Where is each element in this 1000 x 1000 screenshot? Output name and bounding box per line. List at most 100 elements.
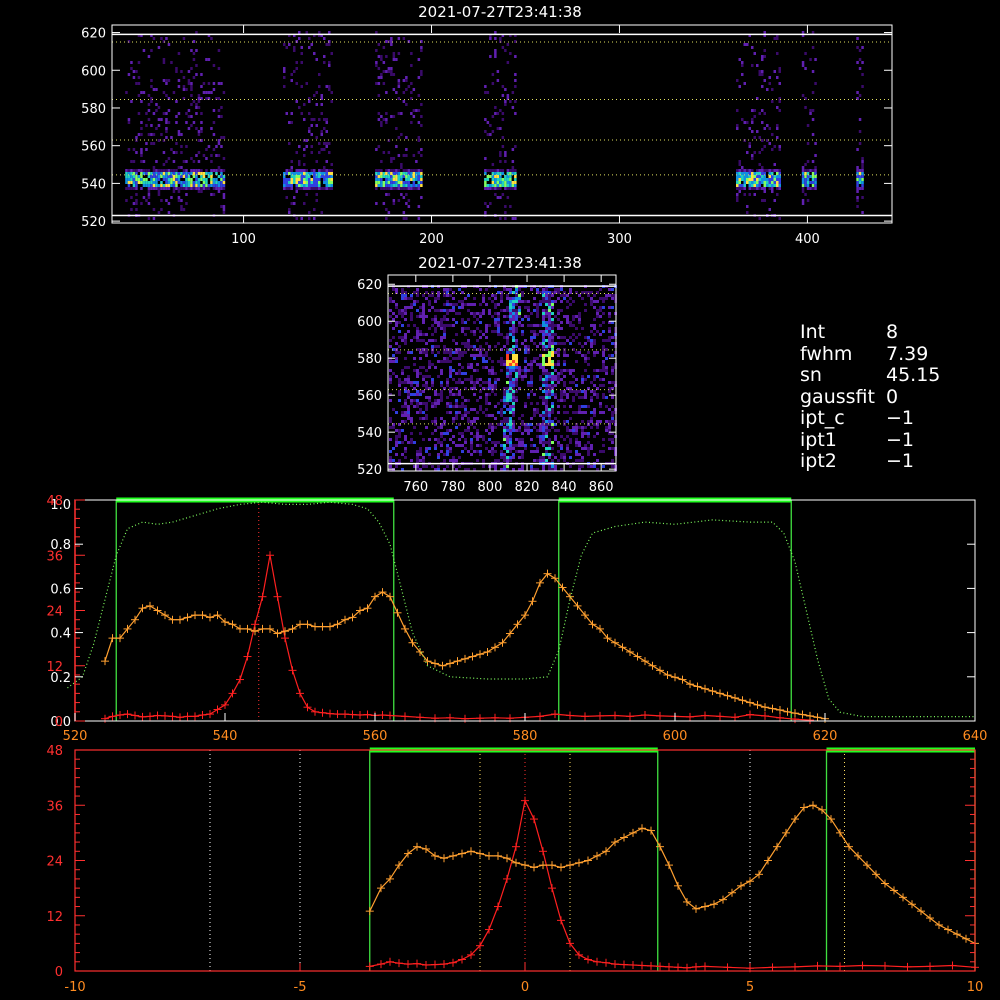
heat-cell bbox=[479, 405, 482, 408]
x-tick-label: 620 bbox=[813, 729, 838, 744]
heat-cell bbox=[551, 426, 554, 429]
heat-cell bbox=[416, 333, 419, 336]
heat-cell bbox=[545, 387, 548, 390]
heat-cell bbox=[135, 208, 138, 211]
info-row: sn 45.15 bbox=[800, 364, 940, 387]
heat-cell bbox=[449, 360, 452, 363]
heat-cell bbox=[766, 124, 769, 127]
heat-cell bbox=[397, 187, 401, 190]
heat-cell bbox=[385, 175, 388, 178]
heat-cell bbox=[545, 420, 548, 423]
heat-cell bbox=[509, 181, 512, 184]
heat-cell bbox=[382, 181, 386, 184]
heat-cell bbox=[530, 360, 533, 363]
heat-cell bbox=[410, 169, 413, 172]
heat-cell bbox=[605, 372, 608, 375]
heat-cell bbox=[155, 175, 158, 178]
heat-cell bbox=[313, 178, 316, 181]
heat-cell bbox=[542, 300, 545, 303]
heat-cell bbox=[397, 175, 401, 178]
heat-cell bbox=[596, 393, 599, 396]
heat-cell bbox=[464, 303, 467, 306]
heat-cell bbox=[581, 459, 584, 462]
heat-cell bbox=[509, 375, 512, 378]
heat-cell bbox=[593, 369, 596, 372]
heat-cell bbox=[801, 31, 805, 34]
heat-cell bbox=[524, 315, 527, 318]
heat-cell bbox=[563, 375, 566, 378]
heat-cell bbox=[476, 429, 479, 432]
heat-cell bbox=[518, 315, 521, 318]
heat-cell bbox=[455, 303, 458, 306]
heat-cell bbox=[500, 369, 503, 372]
heat-cell bbox=[217, 190, 221, 193]
heat-cell bbox=[434, 327, 437, 330]
heat-cell bbox=[509, 184, 512, 187]
heat-cell bbox=[569, 297, 572, 300]
heat-cell bbox=[303, 175, 306, 178]
heat-cell bbox=[486, 178, 490, 181]
heat-cell bbox=[410, 178, 413, 181]
heat-cell bbox=[856, 184, 859, 187]
heat-cell bbox=[142, 169, 146, 172]
heat-cell bbox=[482, 435, 485, 438]
heat-cell bbox=[578, 318, 581, 321]
heat-cell bbox=[197, 190, 201, 193]
heat-cell bbox=[545, 390, 548, 393]
heat-cell bbox=[200, 85, 203, 88]
heat-cell bbox=[300, 61, 303, 64]
heat-cell bbox=[295, 151, 298, 154]
heat-cell bbox=[476, 327, 479, 330]
heat-cell bbox=[563, 297, 566, 300]
heat-cell bbox=[506, 456, 509, 459]
heat-cell bbox=[509, 387, 512, 390]
heat-cell bbox=[315, 136, 318, 139]
heat-cell bbox=[446, 405, 449, 408]
heat-cell bbox=[499, 184, 502, 187]
heat-cell bbox=[165, 121, 168, 124]
heat-cell bbox=[288, 121, 291, 124]
heat-cell bbox=[578, 312, 581, 315]
heat-cell bbox=[220, 205, 223, 208]
heat-cell bbox=[482, 309, 485, 312]
heat-cell bbox=[395, 438, 398, 441]
heat-cell bbox=[328, 85, 331, 88]
heat-cell bbox=[461, 291, 464, 294]
heat-cell bbox=[172, 151, 176, 154]
heat-cell bbox=[504, 49, 507, 52]
heat-cell bbox=[539, 342, 542, 345]
heat-cell bbox=[611, 342, 614, 345]
heat-cell bbox=[533, 357, 536, 360]
heat-cell bbox=[416, 402, 419, 405]
heat-cell bbox=[536, 309, 539, 312]
heat-cell bbox=[446, 444, 449, 447]
heat-cell bbox=[377, 175, 381, 178]
heat-cell bbox=[407, 297, 410, 300]
heat-cell bbox=[380, 121, 383, 124]
heat-cell bbox=[545, 324, 548, 327]
heat-cell bbox=[443, 357, 446, 360]
heat-cell bbox=[515, 288, 518, 291]
heat-cell bbox=[518, 450, 521, 453]
heat-cell bbox=[455, 351, 458, 354]
heat-cell bbox=[449, 390, 452, 393]
heat-cell bbox=[422, 333, 425, 336]
heat-cell bbox=[611, 366, 614, 369]
heat-cell bbox=[300, 187, 303, 190]
heat-cell bbox=[395, 342, 398, 345]
heat-cell bbox=[461, 303, 464, 306]
heat-cell bbox=[458, 372, 461, 375]
heat-cell bbox=[545, 423, 548, 426]
y-tick-label: 600 bbox=[81, 64, 106, 79]
heat-cell bbox=[776, 136, 779, 139]
heat-cell bbox=[545, 435, 548, 438]
heat-cell bbox=[861, 178, 864, 181]
heat-cell bbox=[488, 450, 491, 453]
heat-cell bbox=[763, 79, 766, 82]
heat-cell bbox=[506, 420, 509, 423]
heat-cell bbox=[407, 175, 411, 178]
heat-cell bbox=[746, 43, 749, 46]
heat-cell bbox=[611, 459, 614, 462]
heat-cell bbox=[494, 52, 497, 55]
heat-cell bbox=[551, 402, 554, 405]
